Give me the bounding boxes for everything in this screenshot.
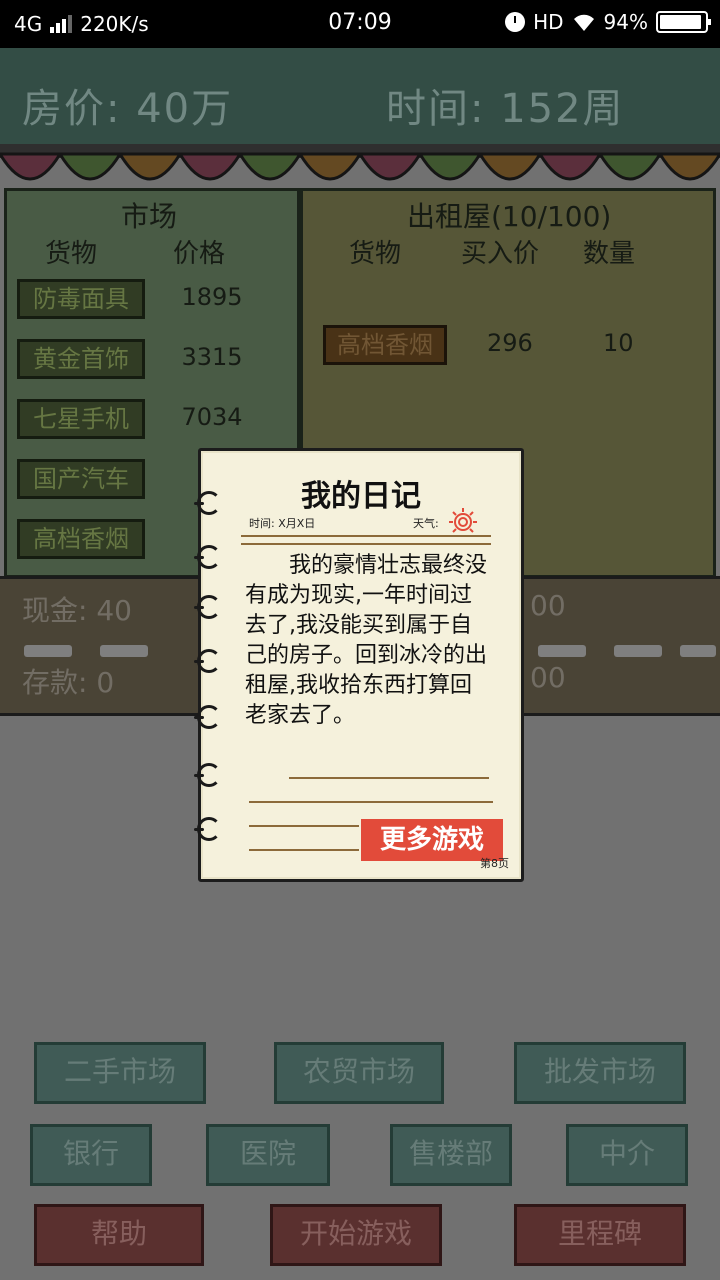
- diary-page-number: 第8页: [480, 857, 509, 870]
- diary-weather-label: 天气:: [413, 517, 439, 530]
- sun-icon: [449, 508, 477, 533]
- binder-ring-icon: [194, 491, 221, 515]
- binder-ring-icon: [194, 763, 221, 787]
- binder-ring-icon: [194, 817, 221, 841]
- binder-ring-icon: [194, 545, 221, 569]
- battery-fill: [660, 15, 702, 29]
- battery-percent: 94%: [603, 10, 648, 34]
- diary-dialog: 我的日记 时间: X月X日 天气: 我的豪情壮志最终没有成为现实,一年时间过去了…: [194, 448, 524, 882]
- diary-rule: [249, 825, 359, 827]
- status-bar: 4G 220K/s 07:09 HD 94%: [0, 0, 720, 48]
- binder-ring-icon: [194, 649, 221, 673]
- battery-icon: [656, 11, 711, 33]
- diary-text: 我的豪情壮志最终没有成为现实,一年时间过去了,我没能买到属于自己的房子。回到冰冷…: [245, 553, 488, 728]
- wifi-icon: [573, 14, 594, 32]
- diary-rule: [249, 801, 493, 803]
- binder-ring-icon: [194, 595, 221, 619]
- diary-rule: [289, 777, 489, 779]
- alarm-icon: [505, 12, 526, 32]
- diary-rule: [249, 849, 359, 851]
- diary-rule: [241, 543, 491, 545]
- status-right: HD 94%: [505, 10, 711, 34]
- binder-ring-icon: [194, 705, 221, 729]
- hd-label: HD: [533, 10, 564, 34]
- diary-time: 时间: X月X日: [249, 517, 316, 530]
- diary-rule: [241, 535, 491, 537]
